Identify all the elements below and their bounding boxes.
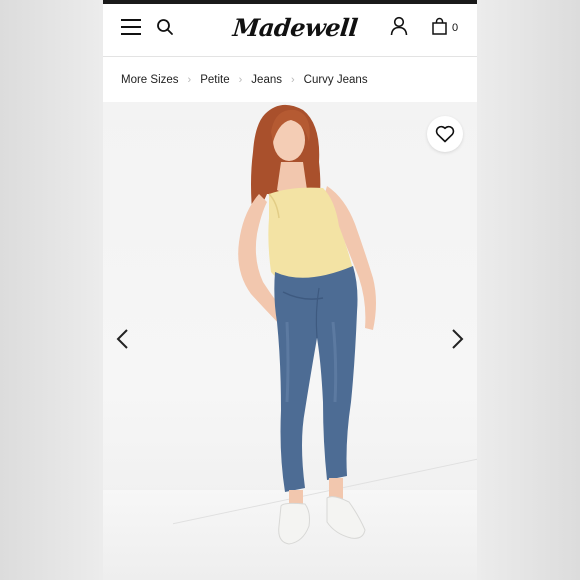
- mobile-screen: Madewell 0 More Sizes › Petite › Jeans ›…: [103, 0, 477, 580]
- heart-icon: [435, 125, 455, 143]
- breadcrumb-separator-icon: ›: [238, 73, 243, 86]
- chevron-left-icon[interactable]: [115, 328, 129, 350]
- menu-icon[interactable]: [121, 19, 141, 35]
- favorite-button[interactable]: [427, 116, 463, 152]
- product-image-carousel[interactable]: [103, 102, 477, 580]
- bag-count: 0: [452, 22, 459, 34]
- site-header: Madewell 0: [103, 4, 477, 57]
- background-right: [477, 0, 580, 580]
- bag-icon[interactable]: [432, 17, 447, 35]
- account-icon[interactable]: [390, 16, 408, 36]
- breadcrumb-petite[interactable]: Petite: [200, 74, 229, 86]
- background-left: [0, 0, 103, 580]
- breadcrumb-separator-icon: ›: [187, 73, 192, 86]
- product-photo-model: [238, 104, 376, 545]
- breadcrumb-curvy-jeans[interactable]: Curvy Jeans: [304, 74, 368, 86]
- breadcrumb-more-sizes[interactable]: More Sizes: [121, 74, 179, 86]
- breadcrumb-separator-icon: ›: [290, 73, 295, 86]
- breadcrumb-jeans[interactable]: Jeans: [251, 74, 282, 86]
- chevron-right-icon[interactable]: [451, 328, 465, 350]
- site-logo[interactable]: Madewell: [231, 10, 359, 46]
- breadcrumb: More Sizes › Petite › Jeans › Curvy Jean…: [103, 57, 477, 102]
- search-icon[interactable]: [156, 18, 174, 36]
